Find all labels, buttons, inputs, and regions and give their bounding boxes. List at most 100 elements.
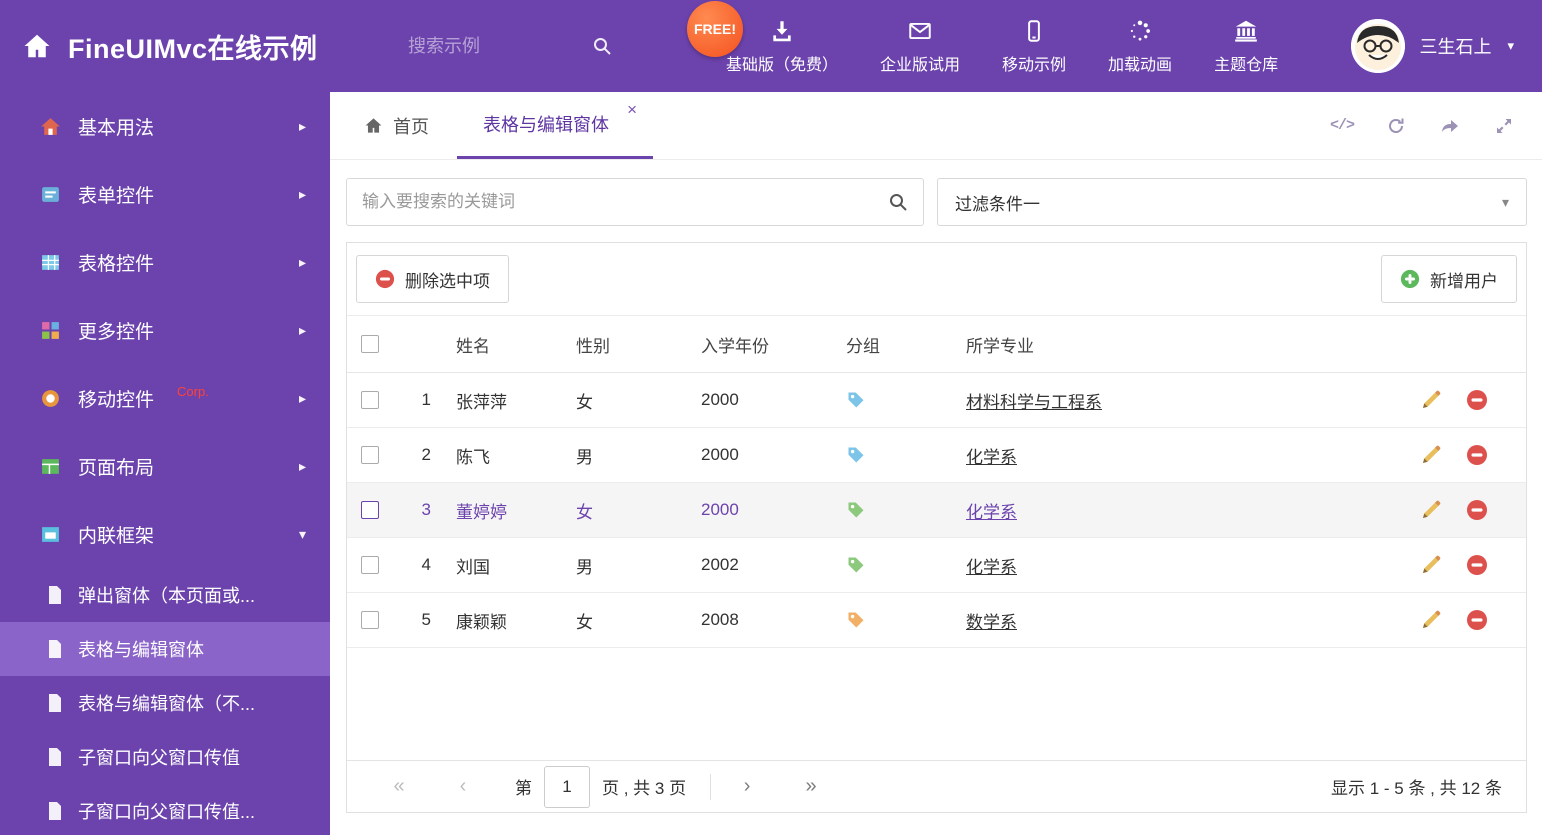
row-checkbox[interactable]	[361, 611, 379, 629]
sidebar-item-mobile-controls[interactable]: 移动控件 Corp. ▸	[0, 364, 330, 432]
nav-item-label: 主题仓库	[1214, 56, 1279, 74]
table-row: 1 张萍萍 女 2000 材料科学与工程系	[347, 373, 1526, 428]
sidebar-item-basic-usage[interactable]: 基本用法 ▸	[0, 92, 330, 160]
sidebar-subitem-grid-edit-window[interactable]: 表格与编辑窗体	[0, 622, 330, 676]
sidebar-subitem-label: 表格与编辑窗体（不...	[78, 694, 256, 714]
delete-icon[interactable]	[1466, 444, 1488, 466]
major-link[interactable]: 数学系	[966, 613, 1017, 632]
row-gender: 女	[576, 392, 593, 412]
expand-icon[interactable]	[1492, 114, 1516, 138]
search-icon[interactable]	[888, 192, 908, 212]
edit-icon[interactable]	[1420, 609, 1442, 631]
page-number-group: 第 页 , 共 3 页	[515, 765, 686, 808]
brand[interactable]: FineUIMvc在线示例	[0, 27, 408, 66]
sidebar-subitem-child-to-parent-2[interactable]: 子窗口向父窗口传值...	[0, 784, 330, 835]
home-icon	[365, 118, 382, 133]
house-icon	[40, 116, 61, 137]
major-link[interactable]: 化学系	[966, 448, 1017, 467]
sidebar-item-label: 表格控件	[78, 253, 155, 275]
sidebar-item-more-controls[interactable]: 更多控件 ▸	[0, 296, 330, 364]
bank-icon	[1233, 18, 1259, 44]
table-empty-area	[347, 648, 1526, 760]
delete-selected-button[interactable]: 删除选中项	[356, 255, 509, 303]
row-year: 2000	[701, 390, 739, 409]
delete-icon[interactable]	[1466, 499, 1488, 521]
select-all-checkbox[interactable]	[361, 335, 379, 353]
minus-circle-icon	[375, 269, 395, 289]
next-page-button[interactable]: ›	[725, 775, 769, 798]
tab-grid-edit-window[interactable]: 表格与编辑窗体 ×	[457, 92, 653, 159]
add-user-button[interactable]: 新增用户	[1381, 255, 1517, 303]
page-number-input[interactable]	[544, 765, 590, 808]
major-link[interactable]: 化学系	[966, 503, 1017, 522]
nav-item-loading-animation[interactable]: 加载动画	[1108, 18, 1172, 75]
row-name: 康颖颖	[456, 612, 507, 632]
main-content: 首页 表格与编辑窗体 × </> 过滤条件一 ▾ 删除选中项	[330, 92, 1542, 835]
sidebar-item-label: 页面布局	[78, 457, 155, 479]
tag-icon	[848, 392, 864, 408]
keyword-search-input[interactable]	[362, 192, 888, 212]
source-code-icon[interactable]: </>	[1330, 114, 1355, 138]
sidebar-item-label: 基本用法	[78, 117, 155, 139]
sidebar-item-form-controls[interactable]: 表单控件 ▸	[0, 160, 330, 228]
refresh-icon[interactable]	[1384, 114, 1408, 138]
file-icon	[47, 747, 63, 767]
user-menu[interactable]: 三生石上 ▾	[1351, 19, 1542, 73]
delete-icon[interactable]	[1466, 609, 1488, 631]
major-link[interactable]: 化学系	[966, 558, 1017, 577]
edit-icon[interactable]	[1420, 389, 1442, 411]
filter-dropdown-value: 过滤条件一	[955, 194, 1040, 214]
sidebar-subitem-grid-edit-window-2[interactable]: 表格与编辑窗体（不...	[0, 676, 330, 730]
sidebar-subitem-popup-window[interactable]: 弹出窗体（本页面或...	[0, 568, 330, 622]
plus-circle-icon	[1400, 269, 1420, 289]
column-group: 分组	[846, 336, 880, 356]
header-search-input[interactable]	[408, 35, 558, 57]
row-index: 5	[421, 610, 431, 629]
column-major: 所学专业	[966, 336, 1034, 356]
nav-item-label: 移动示例	[1002, 56, 1067, 74]
tab-home[interactable]: 首页	[330, 92, 457, 159]
chevron-right-icon: ▸	[298, 117, 306, 134]
table-row: 4 刘国 男 2002 化学系	[347, 538, 1526, 593]
row-checkbox[interactable]	[361, 556, 379, 574]
edit-icon[interactable]	[1420, 444, 1442, 466]
row-checkbox[interactable]	[361, 501, 379, 519]
corp-badge: Corp.	[177, 383, 209, 399]
sidebar-item-page-layout[interactable]: 页面布局 ▸	[0, 432, 330, 500]
row-gender: 男	[576, 447, 593, 467]
home-icon	[24, 34, 50, 58]
envelope-icon	[907, 18, 933, 44]
grid-panel: 删除选中项 新增用户 姓名 性别 入学年份 分组 所学专业 1 张萍萍 女 20…	[346, 242, 1527, 813]
delete-icon[interactable]	[1466, 554, 1488, 576]
last-page-button[interactable]: »	[789, 775, 833, 798]
filter-row: 过滤条件一 ▾	[346, 178, 1527, 226]
sidebar-item-iframe[interactable]: 内联框架 ▾	[0, 500, 330, 568]
sidebar-item-grid-controls[interactable]: 表格控件 ▸	[0, 228, 330, 296]
sidebar-subitem-label: 弹出窗体（本页面或...	[78, 586, 256, 606]
major-link[interactable]: 材料科学与工程系	[966, 393, 1102, 412]
delete-icon[interactable]	[1466, 389, 1488, 411]
nav-item-theme-repo[interactable]: 主题仓库	[1214, 18, 1278, 75]
row-index: 1	[421, 390, 431, 409]
chevron-right-icon: ▸	[298, 389, 306, 406]
edit-icon[interactable]	[1420, 554, 1442, 576]
tab-bar: 首页 表格与编辑窗体 × </>	[330, 92, 1542, 160]
prev-page-button[interactable]: ‹	[441, 775, 485, 798]
search-icon[interactable]	[592, 36, 612, 56]
nav-item-enterprise-trial[interactable]: 企业版试用	[880, 18, 960, 75]
sidebar-item-label: 表单控件	[78, 185, 155, 207]
filter-dropdown[interactable]: 过滤条件一 ▾	[937, 178, 1527, 226]
add-user-label: 新增用户	[1430, 271, 1498, 291]
sidebar-subitem-child-to-parent[interactable]: 子窗口向父窗口传值	[0, 730, 330, 784]
layout-icon	[40, 456, 61, 477]
row-checkbox[interactable]	[361, 446, 379, 464]
close-icon[interactable]: ×	[627, 101, 637, 118]
row-checkbox[interactable]	[361, 391, 379, 409]
first-page-button[interactable]: «	[377, 775, 421, 798]
share-icon[interactable]	[1438, 114, 1462, 138]
tag-icon	[848, 557, 864, 573]
nav-item-label: 企业版试用	[880, 56, 961, 74]
nav-item-mobile-demo[interactable]: 移动示例	[1002, 18, 1066, 75]
sidebar-subitem-label: 子窗口向父窗口传值...	[78, 802, 256, 822]
edit-icon[interactable]	[1420, 499, 1442, 521]
